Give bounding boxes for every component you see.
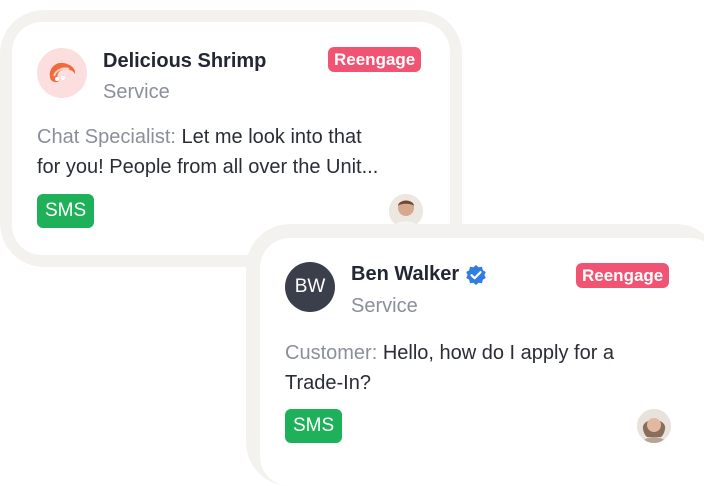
contact-name: Ben Walker	[351, 263, 487, 286]
agent-photo-icon	[637, 409, 671, 443]
message-line: for you! People from all over the Unit..…	[37, 156, 379, 178]
department-label: Service	[103, 81, 170, 103]
status-badge: Reengage	[576, 263, 670, 288]
sender-label: Chat Specialist:	[37, 126, 176, 148]
message-preview: Chat Specialist: Let me look into that f…	[37, 122, 437, 182]
status-badge: Reengage	[328, 47, 422, 72]
avatar-initials: BW	[285, 262, 335, 312]
conversation-card[interactable]: BW Ben Walker Service Reengage Customer:…	[260, 238, 704, 486]
channel-badge: SMS	[37, 194, 95, 228]
contact-name-text: Delicious Shrimp	[103, 50, 267, 72]
message-line: Trade-In?	[285, 372, 371, 394]
shrimp-logo-icon	[37, 48, 87, 98]
message-preview: Customer: Hello, how do I apply for a Tr…	[285, 338, 704, 398]
contact-name-text: Ben Walker	[351, 263, 460, 285]
verified-badge-icon	[465, 264, 487, 286]
sender-label: Customer:	[285, 342, 378, 364]
agent-photo-icon	[389, 194, 423, 228]
department-label: Service	[351, 295, 418, 317]
contact-name: Delicious Shrimp	[103, 50, 266, 73]
message-line: Hello, how do I apply for a	[382, 342, 615, 364]
channel-badge: SMS	[285, 409, 343, 443]
message-line: Let me look into that	[181, 126, 362, 148]
conversation-card[interactable]: Delicious Shrimp Service Reengage Chat S…	[12, 22, 450, 255]
